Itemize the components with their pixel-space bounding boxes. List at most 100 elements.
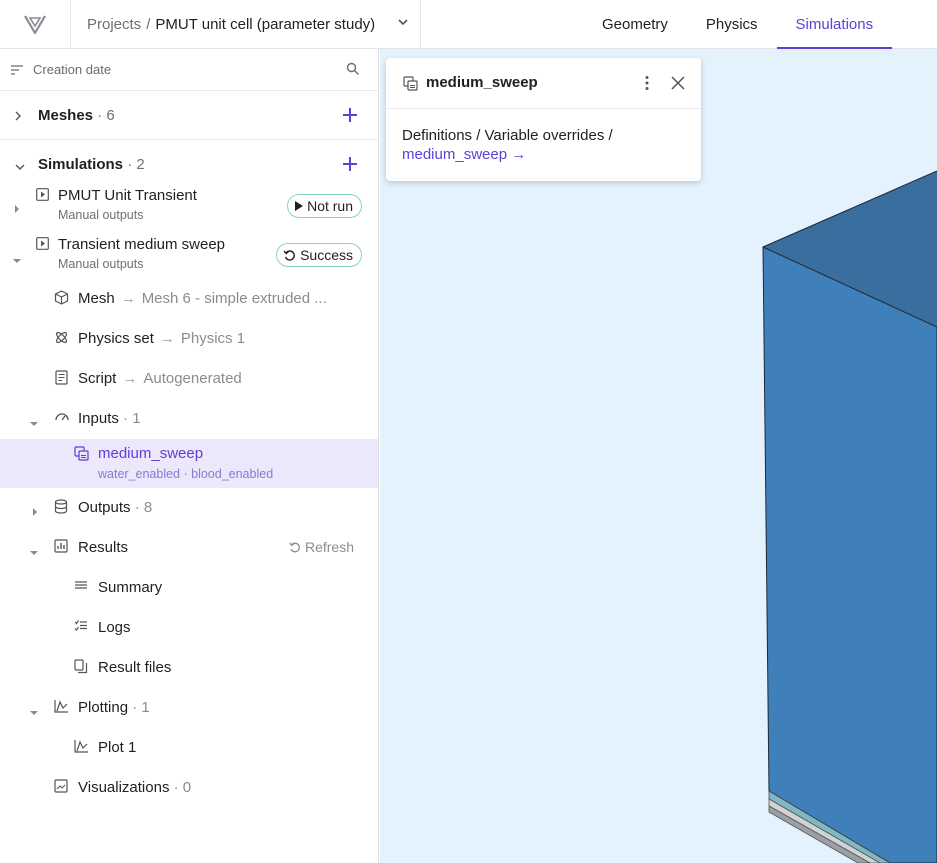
caret-down-icon[interactable] <box>13 251 21 269</box>
add-simulation-button[interactable] <box>342 156 358 176</box>
sort-icon[interactable] <box>11 64 23 75</box>
caret-down-icon[interactable] <box>30 543 38 560</box>
arrow-right-icon: → <box>159 330 175 347</box>
chevron-down-icon[interactable] <box>14 158 26 175</box>
simulation-name: Transient medium sweep <box>58 236 226 253</box>
logo-icon <box>24 15 46 34</box>
caret-right-icon[interactable] <box>32 503 38 520</box>
tree-item-mesh[interactable]: Mesh → Mesh 6 - simple extruded ... <box>0 280 378 320</box>
sidebar: Creation date Meshes · 6 Simulations · 2 <box>0 49 379 863</box>
main-tabs: Geometry Physics Simulations <box>583 0 893 49</box>
tree-label: Plotting <box>78 699 129 716</box>
simulation-icon <box>36 188 49 206</box>
tree-label: Plot 1 <box>98 739 137 756</box>
plus-icon <box>343 108 357 122</box>
tree-item-script[interactable]: Script → Autogenerated <box>0 360 378 400</box>
tree-item-summary[interactable]: Summary <box>0 569 378 609</box>
simulation-icon <box>36 237 49 255</box>
sort-bar[interactable]: Creation date <box>0 49 378 91</box>
sort-label: Creation date <box>33 62 112 77</box>
breadcrumb[interactable]: Projects / PMUT unit cell (parameter stu… <box>71 0 421 48</box>
gauge-icon <box>54 410 70 426</box>
simulations-title: Simulations <box>38 156 124 173</box>
tree-count: · 1 <box>123 410 141 427</box>
summary-icon <box>74 579 90 595</box>
simulation-name: PMUT Unit Transient <box>58 187 197 204</box>
definition-path: Definitions / Variable overrides / <box>402 127 613 144</box>
arrow-right-icon: → <box>122 370 138 387</box>
status-text: Not run <box>307 198 353 214</box>
close-icon[interactable] <box>671 76 685 95</box>
tree-label: Result files <box>98 659 172 676</box>
tab-simulations[interactable]: Simulations <box>776 0 893 49</box>
tree-label: Results <box>78 539 129 556</box>
tree-item-logs[interactable]: Logs <box>0 609 378 649</box>
simulations-section[interactable]: Simulations · 2 <box>0 140 378 189</box>
tree-item-medium-sweep[interactable]: medium_sweep water_enabled · blood_enabl… <box>0 439 378 488</box>
meshes-count: · 6 <box>97 106 115 124</box>
image-icon <box>54 779 70 795</box>
refresh-label: Refresh <box>304 539 354 555</box>
script-icon <box>54 370 70 386</box>
line-chart-icon <box>74 739 90 755</box>
tree-target[interactable]: Physics 1 <box>181 330 245 347</box>
tree-item-result-files[interactable]: Result files <box>0 649 378 689</box>
input-popover: medium_sweep Definitions / Variable over… <box>386 58 701 181</box>
popover-title: medium_sweep <box>426 74 538 91</box>
definition-link[interactable]: medium_sweep → <box>402 145 685 164</box>
breadcrumb-separator: / <box>146 15 151 33</box>
search-icon[interactable] <box>346 62 360 79</box>
cube-icon <box>54 290 70 306</box>
arrow-right-icon: → <box>120 290 136 307</box>
popover-header: medium_sweep <box>386 58 701 109</box>
tree-item-visualizations[interactable]: Visualizations · 0 <box>0 769 378 809</box>
tree-label: Script <box>78 370 117 387</box>
tab-physics[interactable]: Physics <box>687 0 777 48</box>
atom-icon <box>54 330 70 346</box>
more-options-icon[interactable] <box>645 75 649 96</box>
files-icon <box>74 659 90 675</box>
tree-item-outputs[interactable]: Outputs · 8 <box>0 489 378 529</box>
chevron-down-icon[interactable] <box>396 15 410 33</box>
refresh-icon <box>283 249 296 262</box>
tree-target[interactable]: Mesh 6 - simple extruded ... <box>142 290 327 307</box>
tab-geometry[interactable]: Geometry <box>583 0 687 48</box>
caret-down-icon[interactable] <box>30 703 38 720</box>
tree-item-physics-set[interactable]: Physics set → Physics 1 <box>0 320 378 360</box>
tree-label: Inputs <box>78 410 119 427</box>
tree-target[interactable]: Autogenerated <box>143 370 241 387</box>
meshes-section[interactable]: Meshes · 6 <box>0 91 378 140</box>
popover-body: Definitions / Variable overrides / mediu… <box>386 109 701 164</box>
refresh-button[interactable]: Refresh <box>289 539 354 555</box>
tree-item-plotting[interactable]: Plotting · 1 <box>0 689 378 729</box>
chevron-right-icon[interactable] <box>14 109 22 126</box>
tree-label: Logs <box>98 619 131 636</box>
top-bar: Projects / PMUT unit cell (parameter stu… <box>0 0 937 49</box>
tree-label: Visualizations <box>78 779 170 796</box>
logs-icon <box>74 619 90 635</box>
refresh-icon <box>289 542 300 552</box>
tree-label: Mesh <box>78 290 115 307</box>
app-logo[interactable] <box>0 0 71 48</box>
meshes-title: Meshes <box>38 106 94 124</box>
breadcrumb-root[interactable]: Projects <box>87 16 141 33</box>
caret-down-icon[interactable] <box>30 414 38 431</box>
status-badge: Success <box>276 243 362 267</box>
tree-count: · 8 <box>134 499 153 516</box>
play-icon <box>294 201 304 211</box>
tree-item-plot-1[interactable]: Plot 1 <box>0 729 378 769</box>
tree-item-results[interactable]: Results Refresh <box>0 529 378 569</box>
project-name: PMUT unit cell (parameter study) <box>155 15 376 33</box>
tree-label: Summary <box>98 579 163 596</box>
tree-item-inputs[interactable]: Inputs · 1 <box>0 400 378 440</box>
database-icon <box>54 499 70 515</box>
tree-label: Outputs <box>78 499 131 516</box>
tree-label: Physics set <box>78 330 154 347</box>
app-window: Projects / PMUT unit cell (parameter stu… <box>0 0 937 863</box>
caret-right-icon[interactable] <box>14 200 20 218</box>
simulation-subtitle: Manual outputs <box>58 208 144 222</box>
simulation-item-transient-medium-sweep[interactable]: Transient medium sweep Manual outputs Su… <box>0 236 378 285</box>
tree-count: · 1 <box>132 699 150 716</box>
add-mesh-button[interactable] <box>342 107 358 127</box>
simulation-item-pmut-unit-transient[interactable]: PMUT Unit Transient Manual outputs Not r… <box>0 187 378 236</box>
